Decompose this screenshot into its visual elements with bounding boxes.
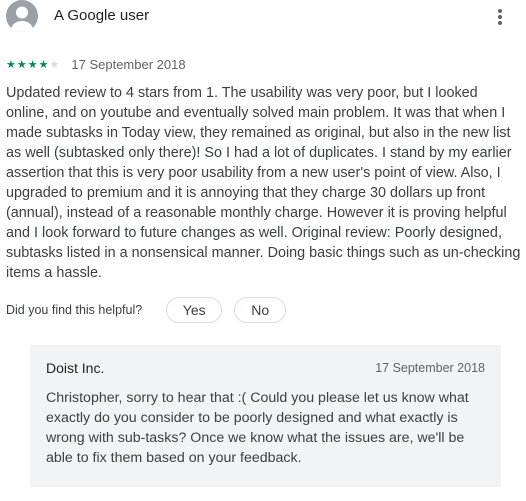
rating-row: ★ ★ ★ ★ ★ 17 September 2018 bbox=[6, 57, 186, 72]
helpful-label: Did you find this helpful? bbox=[6, 303, 143, 317]
star-filled-icon: ★ bbox=[16, 58, 27, 71]
review-date: 17 September 2018 bbox=[71, 57, 186, 72]
star-rating: ★ ★ ★ ★ ★ bbox=[6, 59, 59, 71]
review-text: Updated review to 4 stars from 1. The us… bbox=[6, 85, 521, 281]
star-filled-icon: ★ bbox=[6, 58, 16, 71]
more-vert-icon[interactable] bbox=[490, 7, 510, 27]
no-button[interactable]: No bbox=[234, 297, 287, 323]
developer-reply: Doist Inc. 17 September 2018 Christopher… bbox=[30, 345, 501, 487]
reply-text: Christopher, sorry to hear that :( Could… bbox=[46, 390, 469, 466]
yes-button[interactable]: Yes bbox=[166, 297, 223, 323]
reply-date: 17 September 2018 bbox=[375, 361, 485, 375]
avatar bbox=[6, 0, 38, 32]
star-filled-icon: ★ bbox=[27, 58, 38, 71]
helpful-row: Did you find this helpful? Yes No bbox=[6, 297, 287, 323]
person-icon bbox=[11, 6, 33, 32]
reviewer-name: A Google user bbox=[54, 7, 150, 24]
star-filled-icon: ★ bbox=[38, 58, 49, 71]
developer-name: Doist Inc. bbox=[46, 360, 105, 376]
star-empty-icon: ★ bbox=[49, 58, 60, 71]
